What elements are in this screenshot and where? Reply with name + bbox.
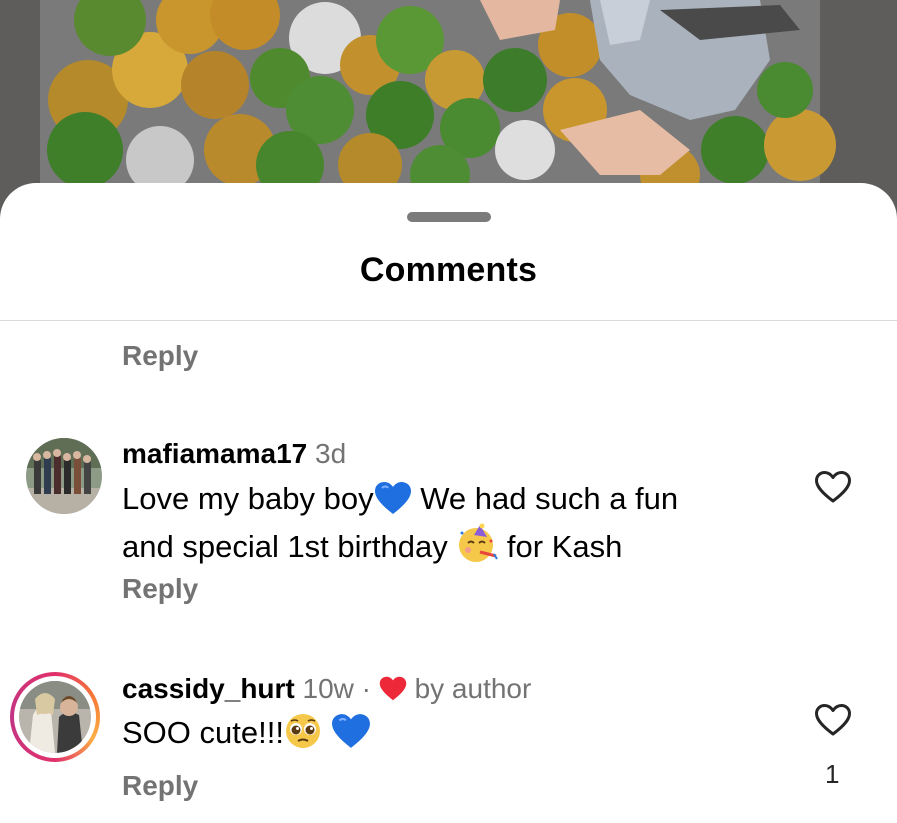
comment-text-part: SOO cute!!! [122, 715, 284, 750]
sheet-grabber-handle[interactable] [407, 212, 491, 222]
blue-heart-emoji [374, 481, 412, 523]
like-heart-icon[interactable] [814, 470, 852, 504]
avatar[interactable] [26, 438, 102, 514]
red-heart-icon [379, 676, 407, 708]
like-count[interactable]: 1 [825, 759, 839, 790]
liked-by-author-label: by author [414, 673, 532, 704]
sheet-title: Comments [359, 251, 538, 289]
blue-heart-emoji [331, 713, 371, 757]
comment-time: 10w [302, 673, 354, 704]
story-ring-avatar[interactable] [10, 672, 100, 762]
like-heart-icon[interactable] [814, 703, 852, 737]
comment-text-part: We had such a fun [411, 481, 679, 516]
comment-time: 3d [315, 438, 347, 469]
comment-text: Love my baby boy We had such a fun and s… [122, 480, 678, 571]
header-divider [0, 320, 897, 321]
comment-text-part: for Kash [498, 529, 623, 564]
comment-username[interactable]: cassidy_hurt [122, 673, 295, 704]
avatar [19, 681, 91, 753]
reply-button[interactable]: Reply [122, 573, 198, 605]
meta-separator: · [353, 673, 379, 704]
pleading-face-emoji [284, 713, 322, 757]
comment-text-part: and special 1st birthday [122, 529, 457, 564]
partying-face-emoji [456, 523, 499, 571]
reply-button[interactable]: Reply [122, 340, 198, 372]
comments-sheet: Comments Reply mafiamama17 3d Love my ba… [0, 183, 897, 823]
comment-header: cassidy_hurt 10w · by author [122, 673, 531, 708]
comment-text: SOO cute!!! [122, 713, 371, 757]
comment-header: mafiamama17 3d [122, 438, 346, 470]
comment-username[interactable]: mafiamama17 [122, 438, 307, 469]
reply-button[interactable]: Reply [122, 770, 198, 802]
comment-text-part: Love my baby boy [122, 481, 374, 516]
